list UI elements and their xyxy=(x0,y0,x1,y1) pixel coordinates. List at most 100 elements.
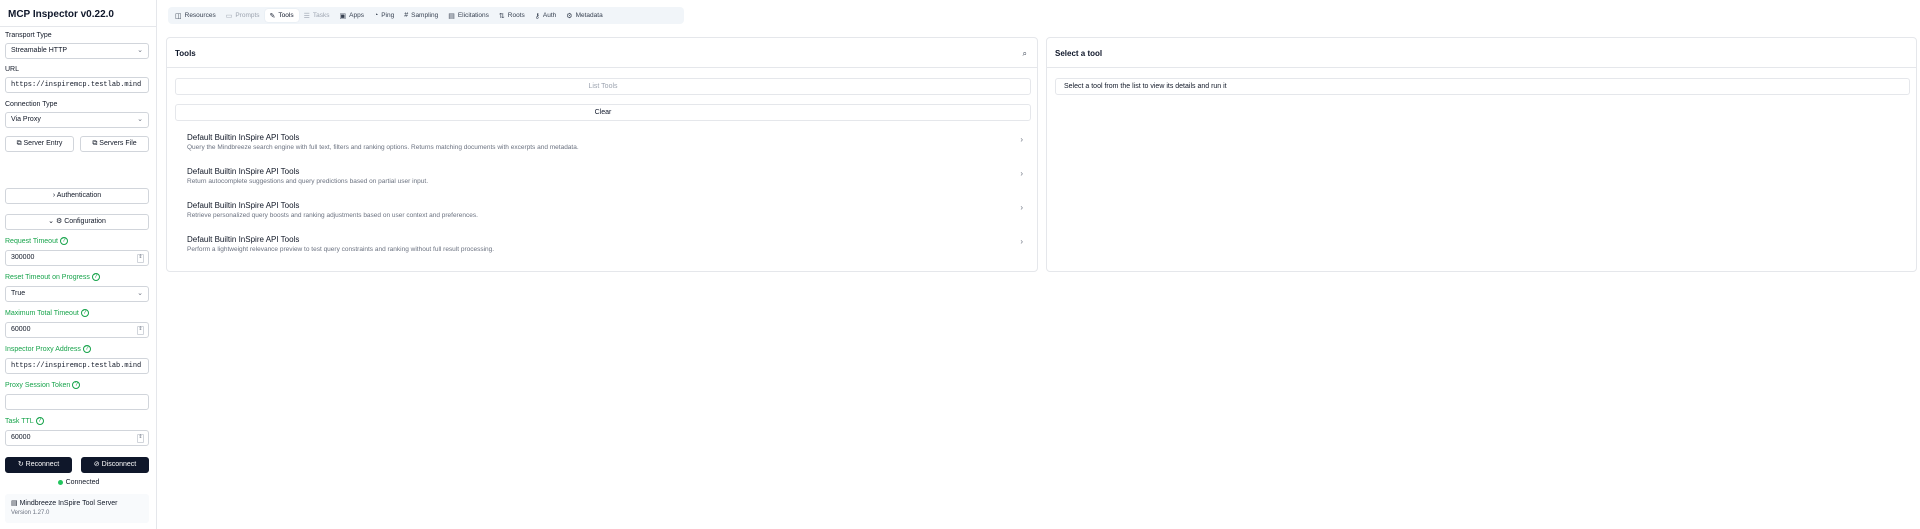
task-ttl-value: 60000 xyxy=(11,434,31,441)
proxy-token-text: Proxy Session Token xyxy=(5,381,71,389)
elicitations-icon: ▤ xyxy=(448,12,455,20)
request-timeout-input[interactable]: 300000 ⇕ xyxy=(5,250,149,266)
max-timeout-text: Maximum Total Timeout xyxy=(5,309,79,317)
tools-panel: Tools ⌕ List Tools Clear Default Builtin… xyxy=(166,37,1038,272)
tools-panel-title: Tools xyxy=(175,49,196,58)
clear-button[interactable]: Clear xyxy=(175,104,1031,121)
transport-type-select[interactable]: Streamable HTTP ⌄ xyxy=(5,43,149,59)
server-name-text: Mindbreeze InSpire Tool Server xyxy=(19,500,118,507)
tool-description: Return autocomplete suggestions and quer… xyxy=(187,178,429,185)
task-ttl-text: Task TTL xyxy=(5,417,34,425)
url-label: URL xyxy=(5,66,20,73)
tab-label: Resources xyxy=(184,12,216,19)
tab-auth[interactable]: ⚷ Auth xyxy=(530,9,562,22)
chevron-down-icon: ⌄ xyxy=(137,290,143,297)
tool-list-item[interactable]: Default Builtin InSpire API Tools Perform… xyxy=(175,233,1031,263)
status-text: Connected xyxy=(65,479,100,486)
tool-list-item[interactable]: Default Builtin InSpire API Tools Retriev… xyxy=(175,199,1031,229)
proxy-address-text: Inspector Proxy Address xyxy=(5,345,81,353)
tab-roots[interactable]: ⇅ Roots xyxy=(494,9,530,22)
tool-description: Retrieve personalized query boosts and r… xyxy=(187,212,478,219)
disconnect-button[interactable]: ⊘ Disconnect xyxy=(81,457,149,473)
chevron-right-icon: › xyxy=(1020,237,1023,246)
divider xyxy=(1047,67,1916,68)
tab-ping[interactable]: ◔ Ping xyxy=(369,9,399,22)
tab-tools[interactable]: ✎ Tools xyxy=(264,9,299,22)
roots-icon: ⇅ xyxy=(498,12,505,20)
tab-label: Auth xyxy=(542,12,557,19)
reconnect-button[interactable]: ↻ Reconnect xyxy=(5,457,72,473)
tool-list-item[interactable]: Default Builtin InSpire API Tools Query t… xyxy=(175,131,1031,161)
url-input[interactable]: https://inspiremcp.testlab.mind xyxy=(5,77,149,93)
search-icon[interactable]: ⌕ xyxy=(1023,49,1027,59)
tool-description: Perform a lightweight relevance preview … xyxy=(187,246,495,253)
tool-name: Default Builtin InSpire API Tools xyxy=(187,167,300,176)
copy-icon: ⧉ xyxy=(92,140,98,147)
task-ttl-label: Task TTL? xyxy=(5,417,44,425)
reconnect-label: Reconnect xyxy=(25,461,60,468)
tasks-icon: ☰ xyxy=(303,12,310,20)
configuration-button[interactable]: ⌄ ⚙ Configuration xyxy=(5,214,149,230)
tab-prompts[interactable]: ▭ Prompts xyxy=(221,9,265,22)
chevron-right-icon: › xyxy=(1020,169,1023,178)
auth-icon: ⚷ xyxy=(534,12,540,20)
divider xyxy=(167,67,1037,68)
connection-status: Connected xyxy=(0,479,157,486)
apps-icon: ▣ xyxy=(339,12,347,20)
reset-timeout-text: Reset Timeout on Progress xyxy=(5,273,90,281)
tab-apps[interactable]: ▣ Apps xyxy=(335,9,369,22)
authentication-label: Authentication xyxy=(56,192,102,199)
copy-icon: ⧉ xyxy=(16,140,22,147)
server-entry-button[interactable]: ⧉ Server Entry xyxy=(5,136,74,152)
tab-label: Apps xyxy=(349,12,364,19)
tab-elicitations[interactable]: ▤ Elicitations xyxy=(443,9,494,22)
connection-type-value: Via Proxy xyxy=(11,116,41,123)
prompts-icon: ▭ xyxy=(225,12,233,20)
proxy-address-input[interactable]: https://inspiremcp.testlab.mind xyxy=(5,358,149,374)
servers-file-label: Servers File xyxy=(99,140,137,147)
max-timeout-value: 60000 xyxy=(11,326,31,333)
authentication-button[interactable]: › Authentication xyxy=(5,188,149,204)
max-timeout-input[interactable]: 60000 ⇕ xyxy=(5,322,149,338)
configuration-label: Configuration xyxy=(64,218,106,225)
reset-timeout-select[interactable]: True ⌄ xyxy=(5,286,149,302)
help-icon[interactable]: ? xyxy=(59,237,68,245)
unplug-icon: ⊘ xyxy=(93,461,100,468)
chevron-down-icon: ⌄ xyxy=(137,116,143,123)
tab-bar: ◫ Resources ▭ Prompts ✎ Tools ☰ Tasks ▣ Apps ◔ Ping… xyxy=(168,7,684,24)
tab-label: Prompts xyxy=(235,12,260,19)
servers-file-button[interactable]: ⧉ Servers File xyxy=(80,136,149,152)
help-icon[interactable]: ? xyxy=(80,309,89,317)
help-icon[interactable]: ? xyxy=(82,345,91,353)
tab-label: Tools xyxy=(278,12,294,19)
tab-sampling[interactable]: # Sampling xyxy=(399,9,443,22)
spinner-icon[interactable]: ⇕ xyxy=(137,326,144,335)
help-icon[interactable]: ? xyxy=(35,417,44,425)
tab-label: Elicitations xyxy=(457,12,489,19)
connection-type-select[interactable]: Via Proxy ⌄ xyxy=(5,112,149,128)
chevron-down-icon: ⌄ xyxy=(137,47,143,54)
transport-type-value: Streamable HTTP xyxy=(11,47,68,54)
tool-list-item[interactable]: Default Builtin InSpire API Tools Return … xyxy=(175,165,1031,195)
request-timeout-value: 300000 xyxy=(11,254,35,261)
tab-tasks[interactable]: ☰ Tasks xyxy=(299,9,335,22)
spinner-icon[interactable]: ⇕ xyxy=(137,434,144,443)
list-tools-button[interactable]: List Tools xyxy=(175,78,1031,95)
help-icon[interactable]: ? xyxy=(72,381,81,389)
tab-label: Metadata xyxy=(575,12,603,19)
help-icon[interactable]: ? xyxy=(91,273,100,281)
spinner-icon[interactable]: ⇕ xyxy=(137,254,144,263)
task-ttl-input[interactable]: 60000 ⇕ xyxy=(5,430,149,446)
gear-icon: ⚙ xyxy=(55,218,63,225)
detail-hint: Select a tool from the list to view its … xyxy=(1055,78,1910,95)
resources-icon: ◫ xyxy=(175,12,182,20)
tool-name: Default Builtin InSpire API Tools xyxy=(187,201,300,210)
metadata-icon: ⚙ xyxy=(566,12,573,20)
chevron-right-icon: › xyxy=(1020,203,1023,212)
request-timeout-label: Request Timeout? xyxy=(5,237,68,245)
tools-icon: ✎ xyxy=(269,12,276,20)
proxy-token-input[interactable] xyxy=(5,394,149,410)
tab-resources[interactable]: ◫ Resources xyxy=(170,9,221,22)
tab-metadata[interactable]: ⚙ Metadata xyxy=(561,9,607,22)
sampling-icon: # xyxy=(404,12,409,19)
